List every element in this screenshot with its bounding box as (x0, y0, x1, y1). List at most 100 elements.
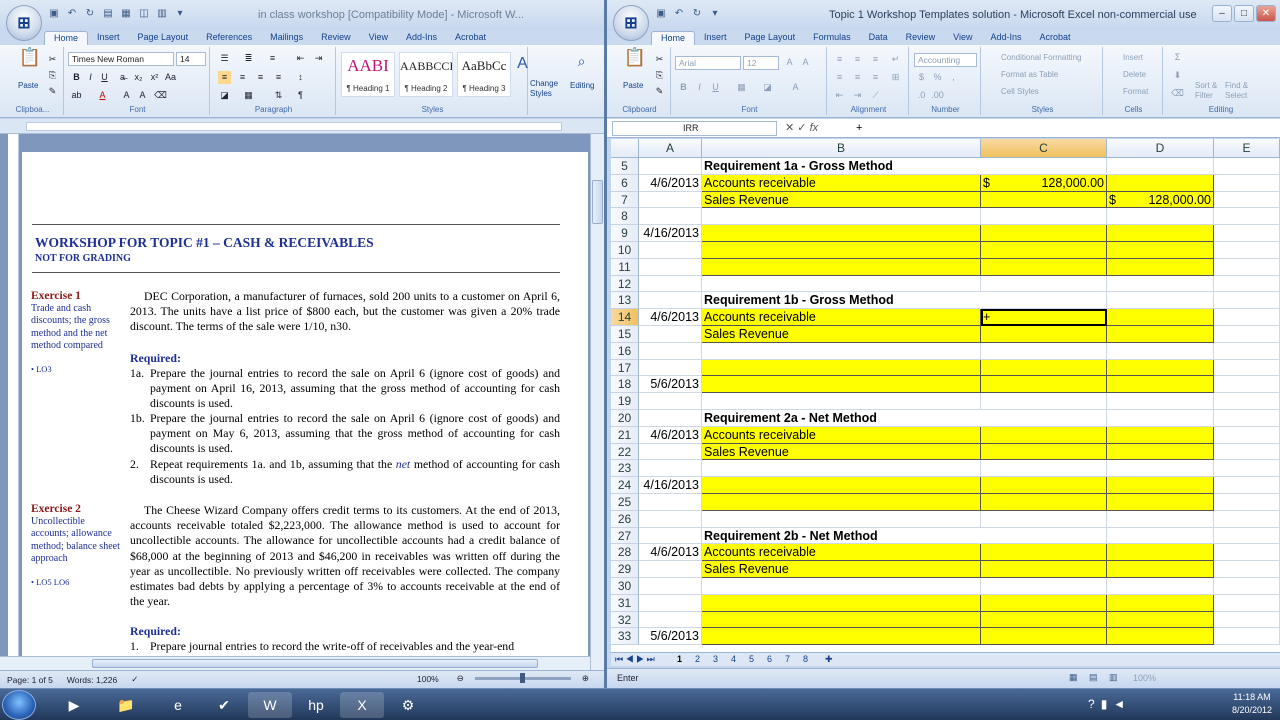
tab-review[interactable]: Review (312, 31, 360, 45)
borders-icon[interactable]: ▦ (242, 89, 255, 102)
cell-c[interactable] (981, 594, 1107, 612)
cell-b[interactable] (702, 258, 981, 276)
row-header[interactable]: 7 (611, 191, 639, 209)
paste-button[interactable]: Paste (623, 81, 643, 90)
explorer-icon[interactable]: 📁 (104, 692, 148, 718)
print-icon[interactable]: ▦ (120, 8, 132, 20)
cell-a[interactable] (639, 242, 702, 259)
save-icon[interactable]: ▣ (655, 8, 667, 20)
scroll-thumb[interactable] (92, 659, 538, 668)
zoom-slider[interactable] (474, 673, 571, 683)
row-header[interactable]: 23 (611, 460, 639, 478)
cell-b[interactable]: Sales Revenue (702, 191, 981, 209)
active-cell[interactable]: + (981, 309, 1107, 326)
underline-icon[interactable]: U (709, 81, 722, 94)
row-header[interactable]: 31 (611, 594, 639, 612)
row-header[interactable]: 19 (611, 393, 639, 410)
cell-a[interactable] (639, 275, 702, 293)
tab-home[interactable]: Home (651, 31, 696, 45)
cell-d[interactable] (1107, 544, 1214, 562)
row-header[interactable]: 29 (611, 561, 639, 578)
cell-e[interactable] (1214, 611, 1280, 629)
cell-b[interactable]: Sales Revenue (702, 443, 981, 461)
cut-icon[interactable]: ✂ (46, 53, 59, 66)
cell-b[interactable] (702, 208, 981, 226)
excel-taskbar-icon[interactable]: X (340, 692, 384, 718)
horizontal-scrollbar[interactable] (0, 656, 590, 670)
column-header-b[interactable]: B (702, 139, 981, 157)
row-header[interactable]: 20 (611, 410, 639, 427)
cell-styles-button[interactable]: Cell Styles (1001, 87, 1039, 96)
subscript-icon[interactable]: x₂ (132, 71, 145, 84)
cell-a[interactable] (639, 443, 702, 461)
bold-icon[interactable]: B (677, 81, 690, 94)
insert-sheet-icon[interactable]: ✚ (825, 654, 833, 665)
cell-b[interactable]: Requirement 1a - Gross Method (702, 158, 981, 175)
tool-icon[interactable]: ⚙ (386, 692, 430, 718)
cell-a[interactable] (639, 561, 702, 578)
save-icon[interactable]: ▣ (48, 8, 60, 20)
undo-icon[interactable]: ↶ (66, 8, 78, 20)
sheet-tab-4[interactable]: 4 (731, 654, 736, 664)
cell-e[interactable] (1214, 477, 1280, 494)
cell-a[interactable] (639, 578, 702, 595)
cell-e[interactable] (1214, 242, 1280, 259)
cell-b[interactable]: Requirement 1b - Gross Method (702, 292, 981, 310)
cell-b[interactable] (702, 611, 981, 629)
spreadsheet-grid[interactable]: A B C D E 5 Requirement 1a - Gross Method… (611, 139, 1280, 652)
decrease-decimal-icon[interactable]: .00 (931, 89, 944, 102)
sheet-tab-7[interactable]: 7 (785, 654, 790, 664)
cell-c[interactable] (981, 426, 1107, 444)
tab-page-layout[interactable]: Page Layout (736, 31, 805, 45)
tab-references[interactable]: References (197, 31, 261, 45)
formula-input[interactable]: + (856, 122, 862, 134)
cell-a[interactable] (639, 527, 702, 545)
table-icon[interactable]: ▥ (156, 8, 168, 20)
tab-formulas[interactable]: Formulas (804, 31, 860, 45)
sheet-tab-3[interactable]: 3 (713, 654, 718, 664)
cell-a[interactable] (639, 510, 702, 528)
cell-d[interactable] (1107, 242, 1214, 259)
cell-c[interactable] (981, 292, 1107, 310)
cell-c[interactable] (981, 242, 1107, 259)
scroll-thumb[interactable] (592, 180, 603, 224)
italic-icon[interactable]: I (84, 71, 97, 84)
cell-c[interactable] (981, 158, 1107, 175)
document-page[interactable]: WORKSHOP FOR TOPIC #1 – CASH & RECEIVABL… (22, 152, 588, 672)
highlight-icon[interactable]: ab (70, 89, 83, 102)
cell-d[interactable]: $128,000.00 (1107, 191, 1214, 209)
tab-data[interactable]: Data (860, 31, 897, 45)
font-color-icon[interactable]: A (789, 81, 802, 94)
cancel-icon[interactable]: ✕ (785, 122, 794, 134)
network-icon[interactable]: ▮ (1101, 697, 1114, 711)
cell-d[interactable] (1107, 561, 1214, 578)
cell-c[interactable] (981, 258, 1107, 276)
shrink-font-icon[interactable]: A (136, 89, 149, 102)
zoom-in-icon[interactable]: ⊕ (575, 673, 596, 684)
cell-d[interactable] (1107, 174, 1214, 192)
zoom-level[interactable]: 100% (1133, 673, 1156, 683)
dropdown-icon[interactable]: ▾ (709, 8, 721, 20)
change-styles-button[interactable]: Change Styles (530, 79, 568, 99)
cell-a[interactable]: 4/6/2013 (639, 174, 702, 192)
row-header[interactable]: 24 (611, 477, 639, 494)
volume-icon[interactable]: ◄ (1113, 697, 1131, 711)
fx-icon[interactable]: fx (810, 122, 819, 134)
decrease-indent-icon[interactable]: ⇤ (833, 89, 846, 102)
fill-icon[interactable]: ⬇ (1171, 69, 1184, 82)
cell-b[interactable]: Accounts receivable (702, 426, 981, 444)
view-pagebreak-icon[interactable]: ▥ (1109, 672, 1118, 683)
cell-e[interactable] (1214, 628, 1280, 646)
paste-icon[interactable]: 📋 (623, 48, 647, 73)
cell-e[interactable] (1214, 292, 1280, 310)
percent-icon[interactable]: % (931, 71, 944, 84)
cell-d[interactable] (1107, 292, 1214, 310)
cell-b[interactable] (702, 393, 981, 410)
cell-e[interactable] (1214, 258, 1280, 276)
cell-a[interactable]: 5/6/2013 (639, 628, 702, 646)
format-cells-button[interactable]: Format (1123, 87, 1148, 96)
row-header[interactable]: 30 (611, 578, 639, 595)
sheet-tab-1[interactable]: 1 (677, 654, 682, 664)
cell-d[interactable] (1107, 376, 1214, 394)
bold-icon[interactable]: B (70, 71, 83, 84)
